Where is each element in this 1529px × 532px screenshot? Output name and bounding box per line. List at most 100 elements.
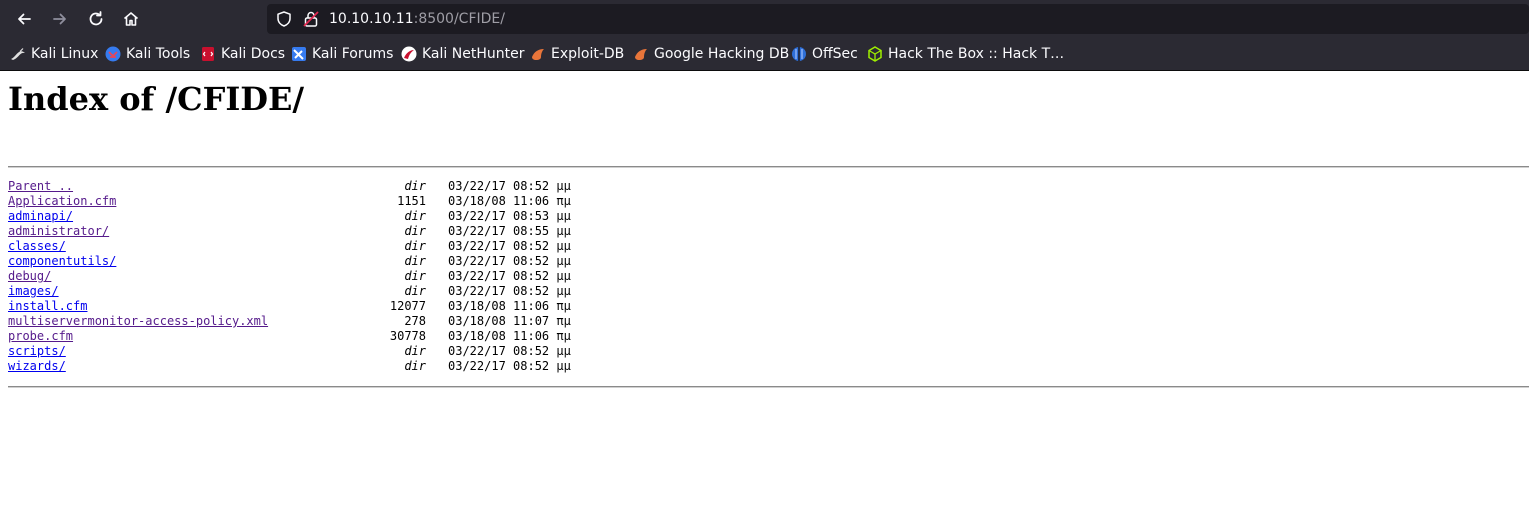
forward-button[interactable]: [46, 5, 74, 33]
browser-toolbar: 10.10.10.11:8500/CFIDE/: [0, 0, 1529, 38]
home-icon: [123, 12, 139, 26]
file-link[interactable]: multiservermonitor-access-policy.xml: [8, 314, 268, 329]
bookmark-label: Kali Tools: [126, 46, 191, 62]
file-link[interactable]: install.cfm: [8, 299, 87, 314]
nethunter-icon: [401, 46, 417, 62]
forward-arrow-icon: [53, 13, 66, 25]
bookmark-kali-tools[interactable]: Kali Tools: [105, 45, 190, 63]
file-size: dir: [404, 344, 426, 358]
listing-row: wizards/dir 03/22/17 08:52 μμ: [8, 359, 708, 374]
file-link[interactable]: probe.cfm: [8, 329, 73, 344]
offsec-icon: [791, 46, 807, 62]
url-path: :8500/CFIDE/: [413, 11, 505, 27]
file-link[interactable]: administrator/: [8, 224, 109, 239]
bookmark-label: Google Hacking DB: [654, 46, 790, 62]
file-size: 30778: [389, 329, 426, 343]
file-link[interactable]: componentutils/: [8, 254, 116, 269]
bookmark-kali-nethunter[interactable]: Kali NetHunter: [401, 45, 524, 63]
kali-tools-icon: [105, 46, 121, 62]
file-size: dir: [404, 179, 426, 193]
file-date: 03/22/17 08:52 μμ: [448, 179, 571, 193]
ghdb-icon: [633, 46, 649, 62]
file-size: 1151: [397, 194, 426, 208]
bookmark-kali-forums[interactable]: Kali Forums: [291, 45, 393, 63]
bookmark-hack-the-box[interactable]: Hack The Box :: Hack T…: [867, 45, 1064, 63]
file-date: 03/22/17 08:53 μμ: [448, 209, 571, 223]
file-link[interactable]: Application.cfm: [8, 194, 116, 209]
bottom-divider: [8, 386, 1529, 388]
url-host: 10.10.10.11: [329, 11, 414, 27]
file-date: 03/22/17 08:52 μμ: [448, 239, 571, 253]
file-date: 03/22/17 08:52 μμ: [448, 344, 571, 358]
listing-row: scripts/dir 03/22/17 08:52 μμ: [8, 344, 708, 359]
file-size: dir: [404, 254, 426, 268]
file-size: dir: [404, 224, 426, 238]
bookmark-exploit-db[interactable]: Exploit-DB: [530, 45, 624, 63]
listing-row: images/dir 03/22/17 08:52 μμ: [8, 284, 708, 299]
reload-icon: [89, 11, 103, 26]
bookmark-label: Kali Forums: [312, 46, 394, 62]
listing-row: Application.cfm 1151 03/18/08 11:06 πμ: [8, 194, 708, 209]
bookmark-label: OffSec: [812, 46, 858, 62]
file-size: dir: [404, 209, 426, 223]
file-size: 12077: [389, 299, 426, 313]
listing-row: administrator/dir 03/22/17 08:55 μμ: [8, 224, 708, 239]
listing-row: classes/dir 03/22/17 08:52 μμ: [8, 239, 708, 254]
file-size: dir: [404, 269, 426, 283]
bookmark-label: Hack The Box :: Hack T…: [888, 46, 1065, 62]
file-date: 03/18/08 11:06 πμ: [448, 299, 571, 313]
reload-button[interactable]: [82, 5, 110, 33]
page-content: Index of /CFIDE/ Parent .. dir 03/22/17 08…: [0, 71, 1529, 532]
file-date: 03/22/17 08:52 μμ: [448, 284, 571, 298]
exploit-db-icon: [530, 46, 546, 62]
file-date: 03/22/17 08:52 μμ: [448, 254, 571, 268]
file-size: dir: [404, 239, 426, 253]
file-date: 03/22/17 08:55 μμ: [448, 224, 571, 238]
top-divider: [8, 166, 1529, 168]
file-date: 03/18/08 11:06 πμ: [448, 194, 571, 208]
back-button[interactable]: [10, 5, 38, 33]
file-link[interactable]: adminapi/: [8, 209, 73, 224]
file-link[interactable]: debug/: [8, 269, 51, 284]
file-date: 03/22/17 08:52 μμ: [448, 269, 571, 283]
kali-dragon-icon: [10, 46, 26, 62]
url-bar[interactable]: 10.10.10.11:8500/CFIDE/: [267, 4, 1529, 34]
shield-icon[interactable]: [275, 10, 293, 28]
bookmark-google-hacking-db[interactable]: Google Hacking DB: [633, 45, 789, 63]
bookmark-label: Kali NetHunter: [422, 46, 525, 62]
kali-forums-icon: [291, 46, 307, 62]
file-date: 03/18/08 11:07 πμ: [448, 314, 571, 328]
bookmark-offsec[interactable]: OffSec: [791, 45, 858, 63]
file-date: 03/18/08 11:06 πμ: [448, 329, 571, 343]
bookmark-label: Kali Linux: [31, 46, 99, 62]
directory-listing: Parent .. dir 03/22/17 08:52 μμ Application…: [8, 179, 708, 374]
home-button[interactable]: [117, 5, 145, 33]
listing-row: install.cfm 12077 03/18/08 11:06 πμ: [8, 299, 708, 314]
bookmark-label: Exploit-DB: [551, 46, 625, 62]
file-link[interactable]: scripts/: [8, 344, 66, 359]
file-link[interactable]: classes/: [8, 239, 66, 254]
bookmark-kali-linux[interactable]: Kali Linux: [10, 45, 98, 63]
insecure-lock-icon[interactable]: [302, 10, 320, 28]
file-date: 03/22/17 08:52 μμ: [448, 359, 571, 373]
bookmark-kali-docs[interactable]: Kali Docs: [200, 45, 285, 63]
file-link[interactable]: images/: [8, 284, 59, 299]
page-title: Index of /CFIDE/: [8, 80, 305, 118]
file-link[interactable]: Parent ..: [8, 179, 73, 194]
listing-row: debug/dir 03/22/17 08:52 μμ: [8, 269, 708, 284]
hackthebox-icon: [867, 46, 883, 62]
listing-row: adminapi/dir 03/22/17 08:53 μμ: [8, 209, 708, 224]
bookmarks-bar: Kali Linux Kali Tools Kali Docs Kali For…: [0, 38, 1529, 71]
listing-row: probe.cfm 30778 03/18/08 11:06 πμ: [8, 329, 708, 344]
listing-row: multiservermonitor-access-policy.xml 278 0…: [8, 314, 708, 329]
listing-row: Parent .. dir 03/22/17 08:52 μμ: [8, 179, 708, 194]
kali-docs-icon: [200, 46, 216, 62]
file-size: dir: [404, 359, 426, 373]
listing-row: componentutils/dir 03/22/17 08:52 μμ: [8, 254, 708, 269]
file-size: 278: [404, 314, 426, 328]
file-size: dir: [404, 284, 426, 298]
back-arrow-icon: [18, 13, 31, 25]
bookmark-label: Kali Docs: [221, 46, 286, 62]
url-text[interactable]: 10.10.10.11:8500/CFIDE/: [329, 10, 505, 28]
file-link[interactable]: wizards/: [8, 359, 66, 374]
